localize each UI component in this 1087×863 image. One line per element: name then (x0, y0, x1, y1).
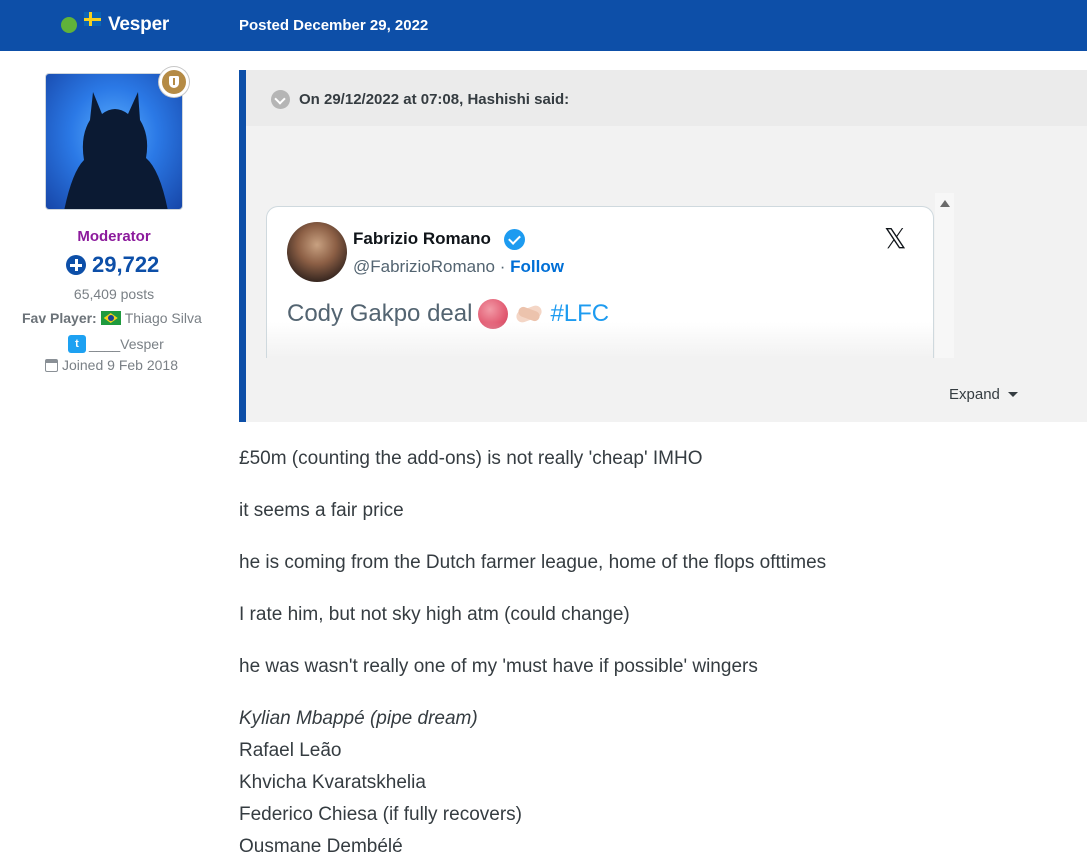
twitter-icon: t (68, 335, 86, 353)
tweet-separator: · (499, 257, 506, 276)
caret-down-icon (1007, 392, 1018, 397)
twitter-handle: ____Vesper (89, 336, 164, 352)
winger-list-item: Federico Chiesa (if fully recovers) (239, 804, 522, 825)
member-role: Moderator (77, 228, 151, 245)
fav-player-name: Thiago Silva (124, 310, 202, 326)
calendar-icon (45, 358, 58, 372)
brazil-flag-icon (100, 311, 121, 325)
joined-date: Joined 9 Feb 2018 (45, 357, 178, 373)
expand-label: Expand (949, 386, 1000, 403)
post-header: Vesper Posted December 29, 2022 (0, 0, 1087, 51)
tweet-handle-row: @FabrizioRomano · Follow (353, 257, 564, 277)
winger-list-item: Rafael Leão (239, 740, 342, 761)
winger-list-item: Ousmane Dembélé (239, 836, 403, 857)
scroll-up-icon[interactable] (940, 200, 950, 207)
post-paragraph: it seems a fair price (239, 500, 404, 521)
reputation-plus-icon (66, 255, 86, 275)
post-paragraph: £50m (counting the add-ons) is not reall… (239, 448, 703, 469)
winger-list-item: Khvicha Kvaratskhelia (239, 772, 426, 793)
moderator-badge-icon[interactable] (159, 67, 189, 97)
tweet-author-avatar[interactable] (287, 222, 347, 282)
reputation[interactable]: 29,722 (66, 252, 159, 278)
expand-button[interactable]: Expand (949, 386, 1018, 403)
fav-player-label: Fav Player: (22, 310, 97, 326)
verified-icon (504, 229, 525, 250)
winger-list-item: Kylian Mbappé (pipe dream) (239, 708, 478, 729)
sweden-flag-icon (84, 12, 101, 26)
avatar-silhouette-icon (64, 92, 168, 209)
post-count: 65,409 posts (73, 286, 155, 302)
post-paragraph: he is coming from the Dutch farmer leagu… (239, 552, 827, 573)
tweet-scrollbar[interactable] (935, 193, 954, 358)
author-name-link[interactable]: Vesper (108, 14, 169, 36)
posted-date-link[interactable]: Posted December 29, 2022 (239, 17, 428, 34)
heart-icon (478, 299, 509, 329)
quote-toggle-icon[interactable] (271, 90, 290, 109)
post-paragraph: he was wasn't really one of my 'must hav… (239, 656, 758, 677)
tweet-text-body: Cody Gakpo deal (287, 300, 473, 327)
fav-player: Fav Player: Thiago Silva (22, 310, 202, 326)
tweet-follow-link[interactable]: Follow (510, 257, 564, 276)
author-avatar[interactable] (45, 73, 183, 210)
handshake-icon (514, 303, 544, 325)
quote-citation: On 29/12/2022 at 07:08, Hashishi said: (299, 91, 570, 108)
twitter-profile-link[interactable]: t ____Vesper (68, 335, 164, 353)
tweet-hashtag-link[interactable]: #LFC (550, 300, 609, 328)
tweet-text: Cody Gakpo deal #LFC (287, 299, 609, 329)
post-paragraph: I rate him, but not sky high atm (could … (239, 604, 630, 625)
tweet-author-name[interactable]: Fabrizio Romano (353, 229, 491, 249)
tweet-handle[interactable]: @FabrizioRomano (353, 257, 495, 276)
reputation-value: 29,722 (92, 252, 160, 277)
embedded-tweet[interactable]: Fabrizio Romano @FabrizioRomano · Follow… (266, 206, 934, 358)
x-logo-icon[interactable]: 𝕏 (884, 222, 907, 255)
joined-text: Joined 9 Feb 2018 (62, 357, 178, 373)
online-status-icon (61, 17, 77, 33)
quote-header: On 29/12/2022 at 07:08, Hashishi said: (246, 70, 1087, 126)
